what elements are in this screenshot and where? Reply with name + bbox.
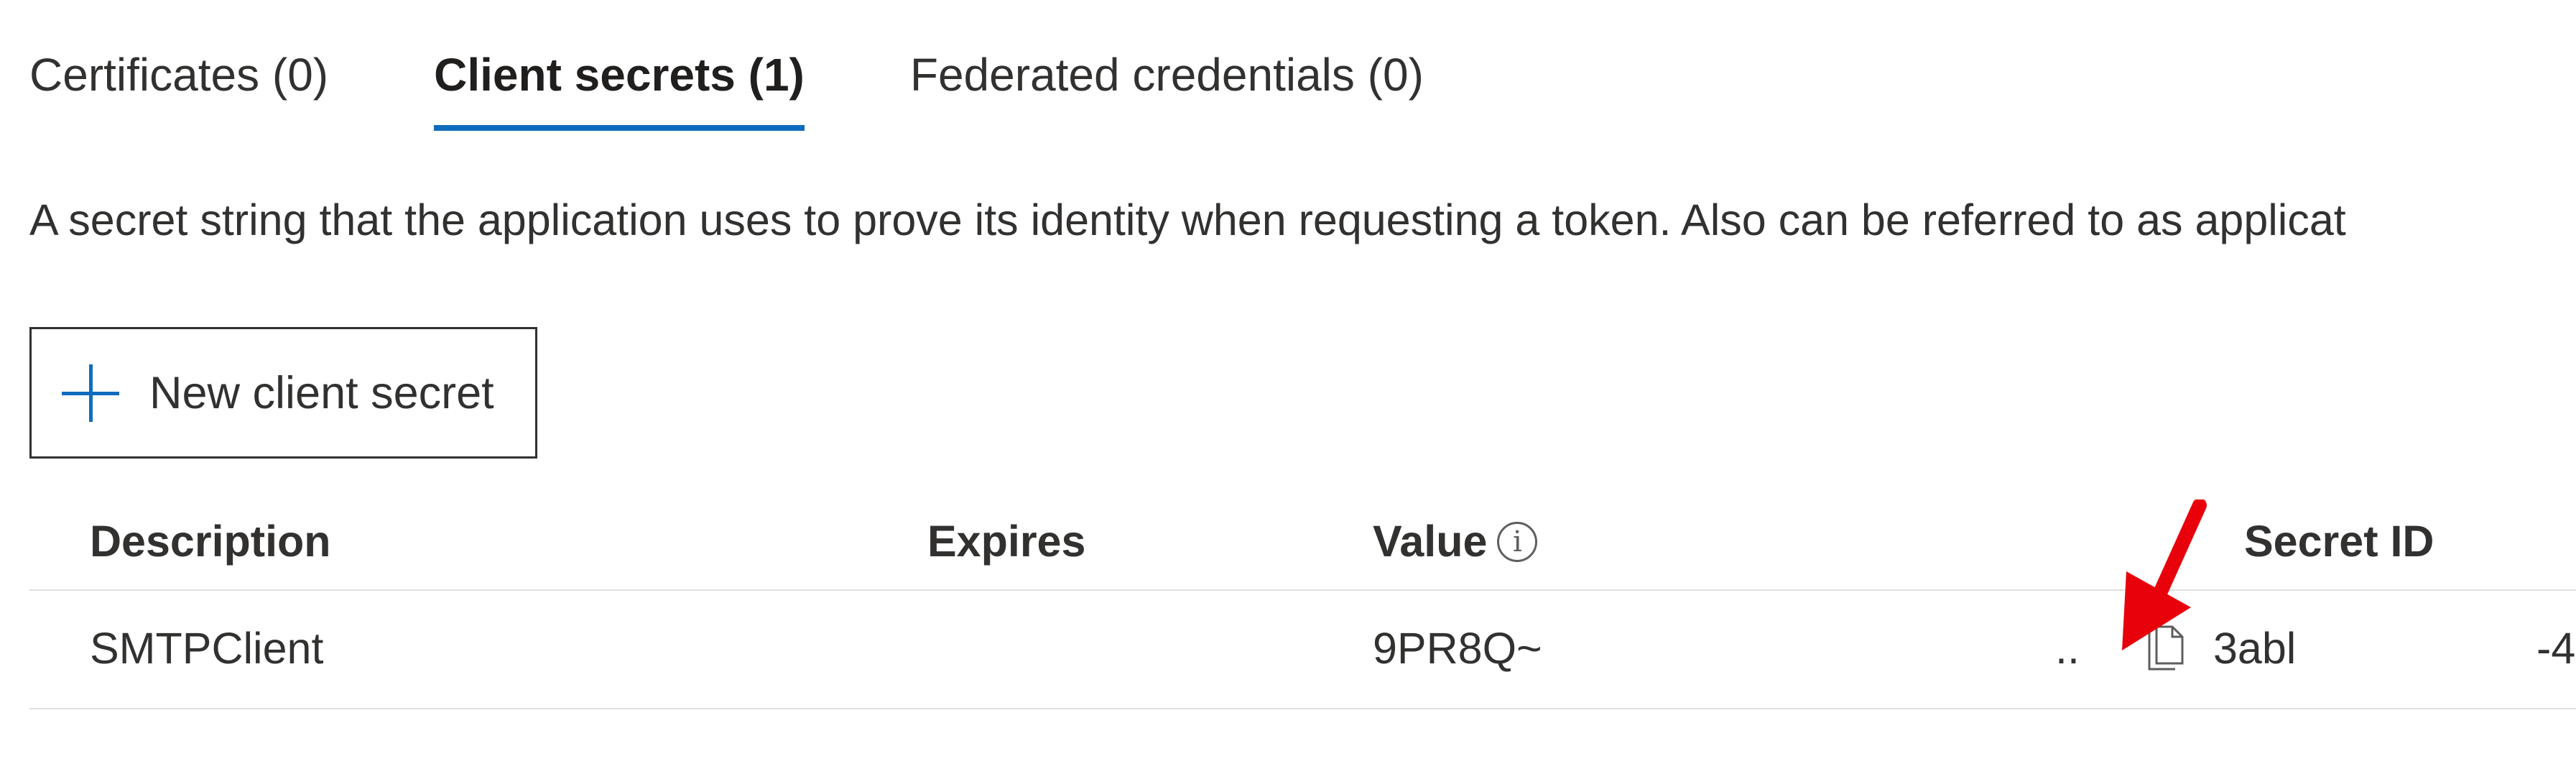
secret-value-ellipsis: .. xyxy=(2055,624,2080,673)
section-description: A secret string that the application use… xyxy=(29,195,2346,244)
credentials-tab-bar: Certificates (0) Client secrets (1) Fede… xyxy=(29,37,1529,145)
secret-id-tail: -4 xyxy=(2536,624,2576,673)
info-icon[interactable]: i xyxy=(1497,521,1538,562)
plus-icon xyxy=(62,364,119,422)
column-header-expires: Expires xyxy=(927,517,1086,566)
secret-description: SMTPClient xyxy=(90,624,324,673)
column-header-value: Value i xyxy=(1373,516,1538,566)
new-client-secret-label: New client secret xyxy=(149,367,494,418)
tab-client-secrets[interactable]: Client secrets (1) xyxy=(434,37,805,131)
tab-certificates[interactable]: Certificates (0) xyxy=(29,37,328,131)
copy-to-clipboard-icon[interactable] xyxy=(2146,625,2187,672)
table-row[interactable]: SMTPClient 9PR8Q~ .. 3abl -4 xyxy=(29,591,2576,709)
new-client-secret-button[interactable]: New client secret xyxy=(29,327,537,459)
column-header-secret-id: Secret ID xyxy=(2244,517,2434,566)
secret-id: 3abl xyxy=(2213,624,2297,673)
secret-value: 9PR8Q~ xyxy=(1373,624,1542,673)
tab-federated-credentials[interactable]: Federated credentials (0) xyxy=(910,37,1424,131)
column-header-value-label: Value xyxy=(1373,517,1488,566)
secrets-table-header: Description Expires Value i Secret ID xyxy=(29,483,2576,591)
column-header-description: Description xyxy=(90,517,331,566)
